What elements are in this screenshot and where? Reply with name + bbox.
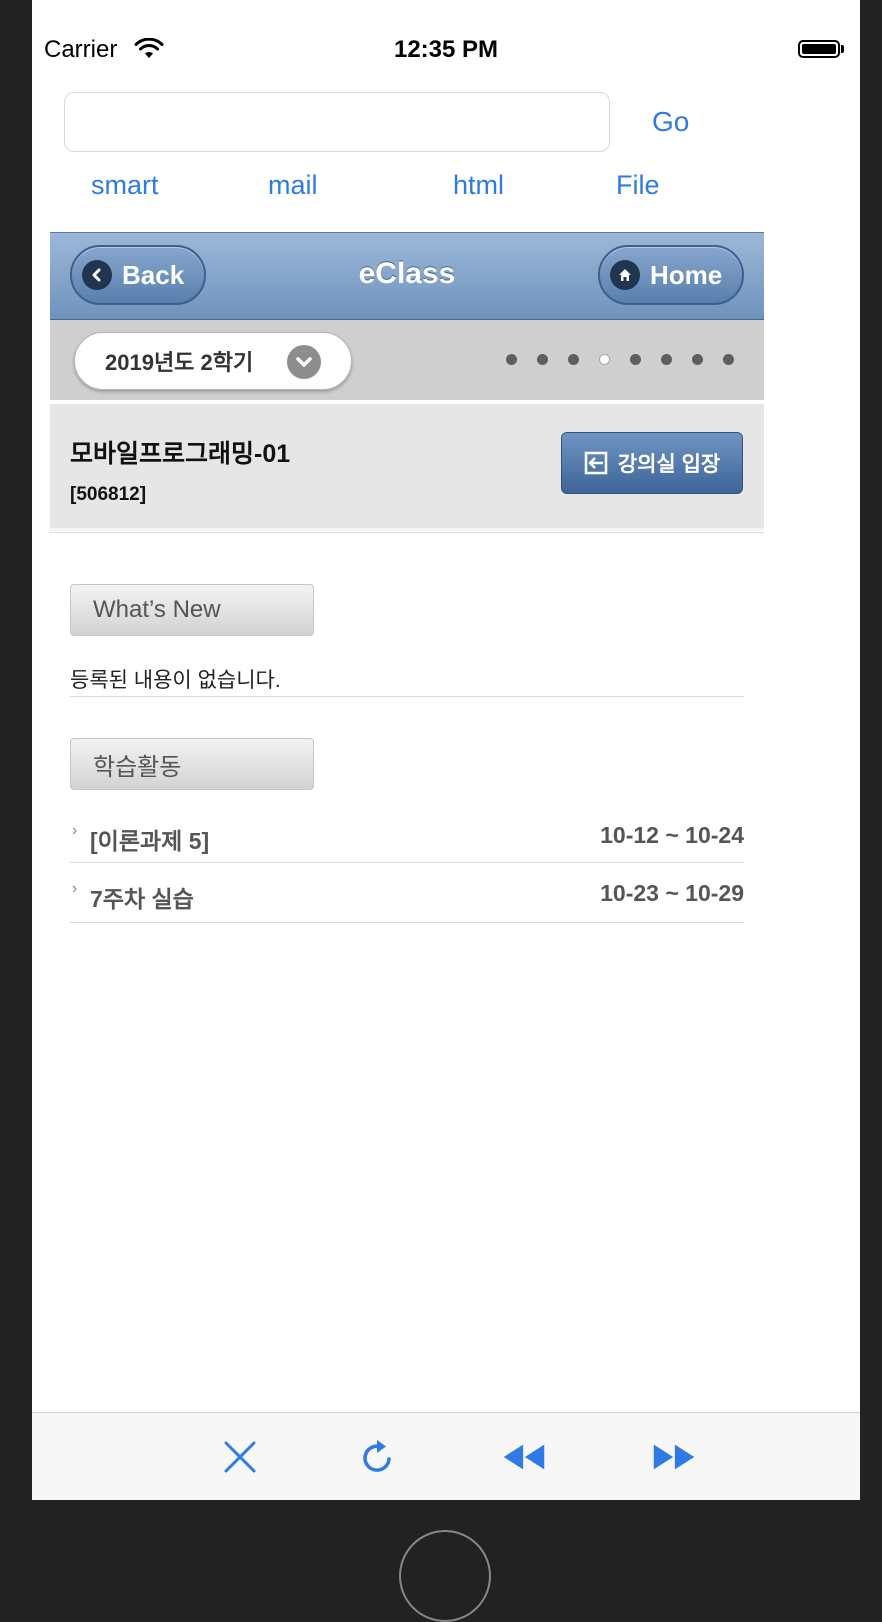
- fast-forward-icon: [653, 1444, 695, 1470]
- back-nav-button[interactable]: [502, 1435, 546, 1479]
- quick-link-mail[interactable]: mail: [268, 170, 318, 201]
- quick-link-smart[interactable]: smart: [91, 170, 159, 201]
- enter-icon: [584, 451, 608, 475]
- activity-period: 10-23 ~ 10-29: [600, 880, 744, 906]
- activity-row[interactable]: › 7주차 실습 10-23 ~ 10-29: [70, 876, 744, 916]
- whats-new-heading: What’s New: [70, 584, 314, 636]
- activity-row[interactable]: › [이론과제 5] 10-12 ~ 10-24: [70, 818, 744, 858]
- home-indicator[interactable]: [399, 1530, 491, 1622]
- divider: [70, 862, 744, 863]
- page-dot[interactable]: [568, 354, 579, 365]
- battery-nub: [841, 45, 844, 53]
- chevron-right-icon: ›: [72, 880, 78, 897]
- activity-title: 7주차 실습: [90, 886, 194, 912]
- status-bar: Carrier 12:35 PM: [32, 0, 860, 88]
- activity-title: [이론과제 5]: [90, 828, 210, 854]
- app-screen: Carrier 12:35 PM Go smart mail html File…: [32, 0, 860, 1500]
- url-input[interactable]: [64, 92, 610, 152]
- quick-link-html[interactable]: html: [453, 170, 504, 201]
- activities-heading: 학습활동: [70, 738, 314, 790]
- semester-bar: 2019년도 2학기: [50, 320, 764, 400]
- page-indicator[interactable]: [506, 354, 734, 365]
- page-dot[interactable]: [630, 354, 641, 365]
- enter-classroom-button[interactable]: 강의실 입장: [561, 432, 743, 494]
- web-view: Back eClass Home 2019년도 2학기 모바일프로그래밍-01 …: [50, 232, 764, 1412]
- bottom-toolbar: [32, 1412, 860, 1500]
- semester-value: 2019년도 2학기: [105, 350, 254, 375]
- page-dot[interactable]: [506, 354, 517, 365]
- reload-icon: [363, 1440, 391, 1472]
- close-icon: [224, 1441, 256, 1473]
- divider: [70, 922, 744, 923]
- activity-period: 10-12 ~ 10-24: [600, 822, 744, 848]
- divider: [50, 532, 764, 533]
- home-icon: [610, 260, 640, 290]
- home-button[interactable]: Home: [598, 245, 744, 305]
- page-dot[interactable]: [661, 354, 672, 365]
- rewind-icon: [503, 1444, 545, 1470]
- semester-select[interactable]: 2019년도 2학기: [74, 332, 352, 390]
- divider: [70, 696, 744, 697]
- course-card: 모바일프로그래밍-01 [506812] 강의실 입장: [50, 404, 764, 531]
- page-dot[interactable]: [723, 354, 734, 365]
- clock: 12:35 PM: [393, 36, 499, 63]
- go-button[interactable]: Go: [652, 106, 689, 138]
- reload-button[interactable]: [356, 1435, 400, 1479]
- quick-link-file[interactable]: File: [616, 170, 660, 201]
- nav-bar: Back eClass Home: [50, 232, 764, 320]
- page-dot[interactable]: [692, 354, 703, 365]
- page-dot[interactable]: [537, 354, 548, 365]
- chevron-down-icon: [287, 345, 321, 379]
- empty-message: 등록된 내용이 없습니다.: [70, 669, 281, 692]
- forward-nav-button[interactable]: [652, 1435, 696, 1479]
- close-button[interactable]: [218, 1435, 262, 1479]
- home-label: Home: [650, 259, 723, 290]
- course-name: 모바일프로그래밍-01: [70, 440, 291, 468]
- course-code: [506812]: [70, 484, 147, 505]
- enter-classroom-label: 강의실 입장: [617, 453, 721, 476]
- chevron-right-icon: ›: [72, 822, 78, 839]
- battery-icon: [798, 40, 840, 58]
- page-dot-active[interactable]: [599, 354, 610, 365]
